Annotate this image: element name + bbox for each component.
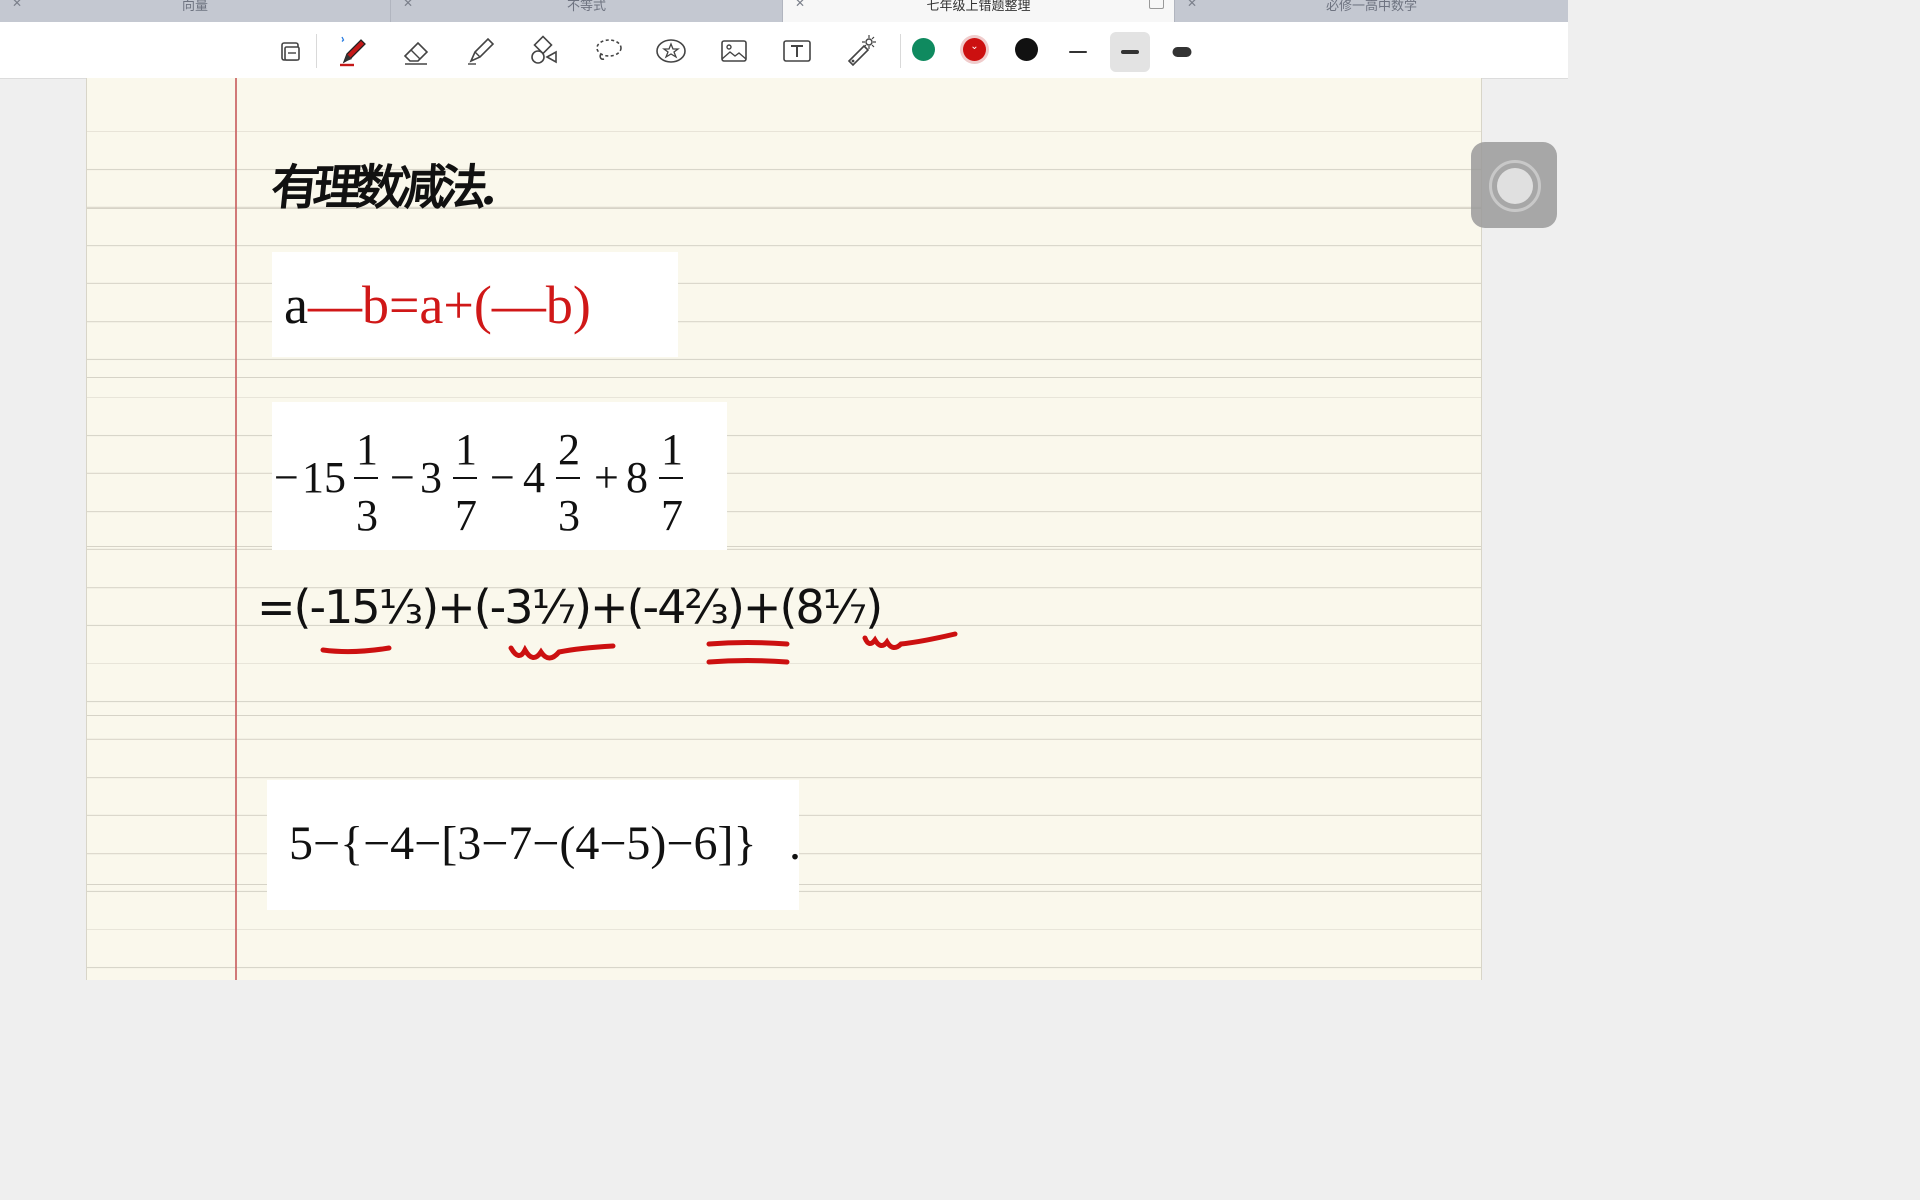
term-sign: −: [274, 453, 299, 502]
term-sign: −: [390, 453, 415, 502]
text-icon[interactable]: [780, 34, 814, 68]
term-whole: 4: [523, 453, 545, 502]
tab-bar: ✕ 向量 ✕ 不等式 ✕ 七年级上错题整理 ✕ 必修一高中数学: [0, 0, 1568, 22]
split-view-icon[interactable]: [1149, 0, 1164, 9]
term-whole: 15: [302, 453, 346, 502]
assistive-touch-button[interactable]: [1471, 142, 1557, 228]
toolbar-divider: [316, 34, 317, 68]
eraser-icon[interactable]: [400, 34, 434, 68]
notebook-page[interactable]: 有理数减法. a—b=a+(—b) − 15 1 3 − 3 1 7 − 4 2…: [86, 78, 1482, 980]
tab-high-school-math[interactable]: ✕ 必修一高中数学: [1175, 0, 1568, 22]
stroke-medium[interactable]: [1110, 32, 1150, 72]
tab-label: 必修一高中数学: [1325, 0, 1417, 14]
drawing-toolbar: ⌄: [0, 22, 1568, 79]
page-icon[interactable]: [274, 34, 308, 68]
margin-line: [235, 78, 237, 980]
term-numerator: 2: [558, 425, 580, 474]
term-numerator: 1: [661, 425, 683, 474]
formula-variable-a: a: [284, 275, 308, 335]
formula-nested-brackets[interactable]: 5−{−4−[3−7−(4−5)−6]} .: [267, 780, 801, 910]
term-sign: +: [594, 453, 619, 502]
stroke-thick[interactable]: [1162, 32, 1202, 72]
pen-icon[interactable]: [336, 34, 370, 68]
term-denominator: 3: [558, 491, 580, 540]
tab-label: 向量: [181, 0, 208, 14]
lasso-icon[interactable]: [591, 34, 625, 68]
tab-label: 七年级上错题整理: [926, 0, 1031, 14]
term-whole: 3: [420, 453, 442, 502]
formula-expression: 5−{−4−[3−7−(4−5)−6]}: [289, 817, 757, 870]
highlighter-icon[interactable]: [464, 34, 498, 68]
sticker-icon[interactable]: [654, 34, 688, 68]
term-numerator: 1: [356, 425, 378, 474]
formula-mixed-fractions[interactable]: − 15 1 3 − 3 1 7 − 4 2 3 + 8 1 7: [272, 402, 727, 550]
term-numerator: 1: [455, 425, 477, 474]
chevron-down-icon: ⌄: [970, 41, 979, 52]
formula-rule-red: —b=a+(—b): [307, 275, 591, 335]
toolbar-divider: [900, 34, 901, 68]
term-whole: 8: [626, 453, 648, 502]
stroke-thin[interactable]: [1058, 32, 1098, 72]
assistive-core-icon: [1497, 168, 1533, 204]
color-swatch-black[interactable]: [1015, 38, 1038, 61]
tab-inequalities[interactable]: ✕ 不等式: [391, 0, 783, 22]
term-denominator: 7: [661, 491, 683, 540]
color-swatch-red[interactable]: ⌄: [963, 38, 986, 61]
tab-grade7-mistakes[interactable]: ✕ 七年级上错题整理: [783, 0, 1175, 22]
formula-period: .: [789, 817, 801, 870]
shapes-icon[interactable]: [527, 34, 561, 68]
tab-label: 不等式: [566, 0, 606, 14]
color-swatch-green[interactable]: [912, 38, 935, 61]
term-denominator: 3: [356, 491, 378, 540]
term-sign: −: [490, 453, 515, 502]
formula-subtraction-rule[interactable]: a—b=a+(—b): [272, 252, 678, 357]
handwritten-heading: 有理数减法.: [268, 160, 496, 216]
image-icon[interactable]: [717, 34, 751, 68]
tab-vectors[interactable]: ✕ 向量: [0, 0, 391, 22]
term-denominator: 7: [455, 491, 477, 540]
laser-pointer-icon[interactable]: [843, 34, 877, 68]
